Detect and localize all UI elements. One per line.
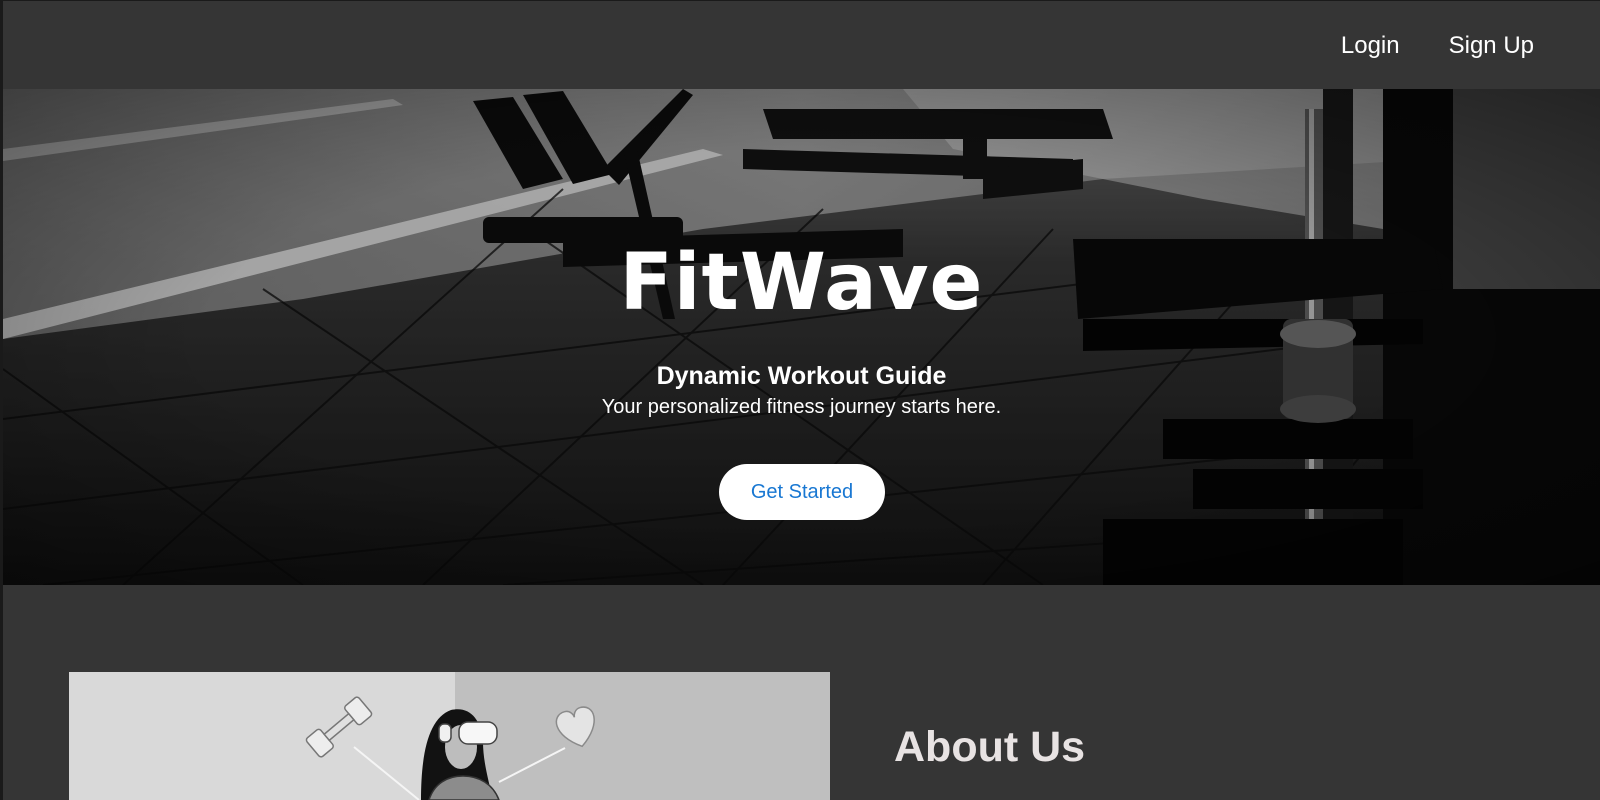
signup-link[interactable]: Sign Up bbox=[1449, 31, 1534, 61]
vr-fitness-illustration bbox=[69, 672, 830, 800]
about-illustration bbox=[69, 672, 830, 800]
nav-links: Login Sign Up bbox=[1341, 31, 1534, 61]
top-navbar: Login Sign Up bbox=[3, 1, 1600, 89]
hero-content: FitWave Dynamic Workout Guide Your perso… bbox=[3, 89, 1600, 585]
login-link[interactable]: Login bbox=[1341, 31, 1400, 61]
get-started-button[interactable]: Get Started bbox=[719, 464, 885, 520]
hero-subtitle: Your personalized fitness journey starts… bbox=[601, 396, 1002, 418]
about-us-heading: About Us bbox=[894, 723, 1086, 771]
hero-tagline: Dynamic Workout Guide bbox=[656, 362, 947, 390]
hero-section: FitWave Dynamic Workout Guide Your perso… bbox=[3, 89, 1600, 585]
brand-logo-text: FitWave bbox=[619, 238, 984, 328]
